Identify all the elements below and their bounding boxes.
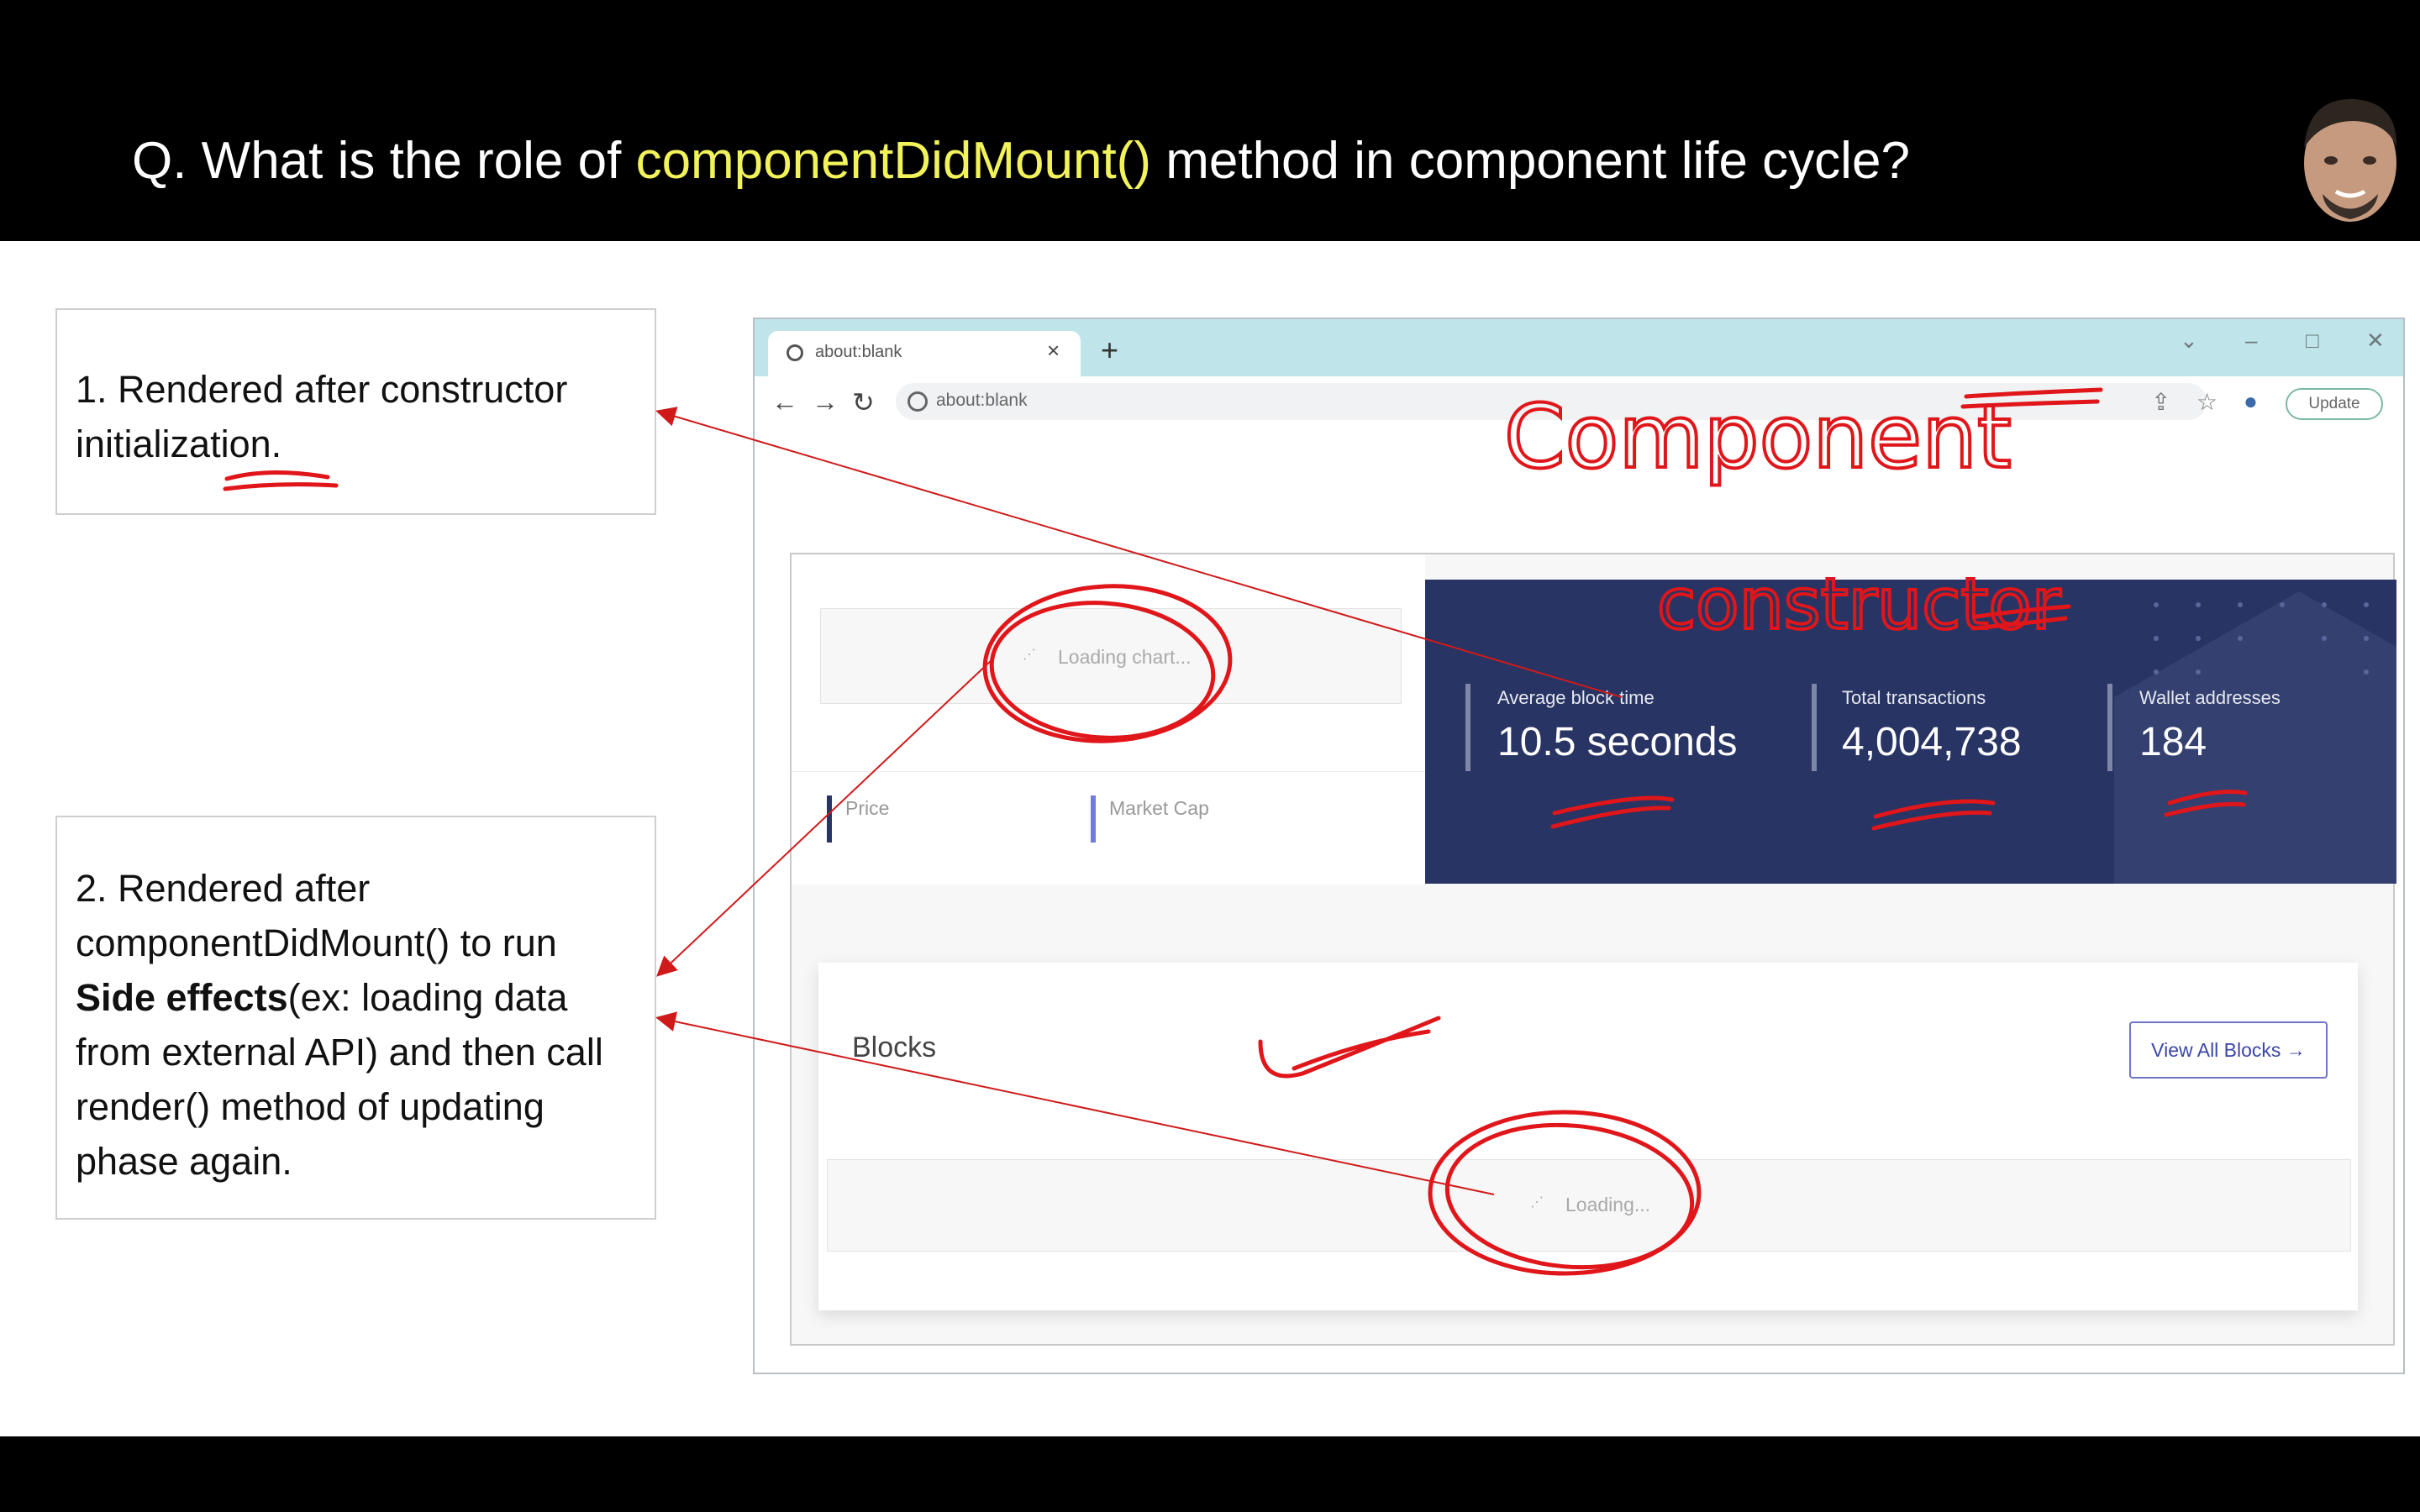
chart-card: ⋰ Loading chart... bbox=[792, 554, 1425, 771]
stat-divider bbox=[1812, 684, 1817, 771]
browser-window: about:blank × + ⌄ – □ ✕ ← → ↻ about:blan… bbox=[753, 318, 2405, 1374]
stat-value-transactions: 4,004,738 bbox=[1842, 720, 2022, 764]
slide-question: Q. What is the role of componentDidMount… bbox=[132, 131, 1910, 191]
tab-strip: about:blank × + ⌄ – □ ✕ bbox=[755, 319, 2403, 376]
browser-toolbar: ← → ↻ about:blank ⇪ ☆ ● Update bbox=[755, 376, 2403, 428]
price-accent bbox=[827, 795, 832, 843]
note1-text: 1. Rendered after constructor initializa… bbox=[76, 368, 568, 465]
chevron-down-icon[interactable]: ⌄ bbox=[2180, 328, 2198, 354]
stat-value-wallets: 184 bbox=[2139, 720, 2207, 764]
new-tab-button[interactable]: + bbox=[1101, 333, 1118, 368]
minimize-button[interactable]: – bbox=[2245, 328, 2257, 354]
question-prefix: Q. What is the role of bbox=[132, 132, 636, 190]
blocks-loading-text: Loading... bbox=[1565, 1194, 1651, 1215]
price-stats: Price Market Cap bbox=[792, 771, 1425, 885]
back-button[interactable]: ← bbox=[771, 386, 798, 417]
update-button[interactable]: Update bbox=[2286, 388, 2383, 420]
globe-icon bbox=[786, 344, 803, 361]
market-cap-label: Market Cap bbox=[1109, 797, 1209, 819]
share-icon[interactable]: ⇪ bbox=[2151, 388, 2170, 416]
note2-bold: Side effects bbox=[76, 976, 288, 1019]
presenter-avatar bbox=[2304, 98, 2397, 222]
update-label: Update bbox=[2308, 395, 2360, 412]
browser-tab[interactable]: about:blank × bbox=[768, 331, 1081, 376]
stat-label-wallets: Wallet addresses bbox=[2139, 687, 2281, 708]
title-bar: Q. What is the role of componentDidMount… bbox=[0, 0, 2420, 241]
note2-line1: 2. Rendered after componentDidMount() to… bbox=[76, 867, 557, 964]
price-label: Price bbox=[845, 797, 890, 819]
stat-label-transactions: Total transactions bbox=[1842, 687, 1986, 708]
stat-divider bbox=[1465, 684, 1470, 771]
info-icon[interactable] bbox=[908, 391, 928, 412]
blocks-card: Blocks View All Blocks → ⋰ Loading... bbox=[818, 963, 2358, 1310]
market-cap-accent bbox=[1091, 795, 1096, 843]
blocks-title: Blocks bbox=[852, 1032, 937, 1063]
address-bar[interactable]: about:blank bbox=[896, 383, 2207, 420]
note-constructor: 1. Rendered after constructor initializa… bbox=[55, 308, 656, 515]
profile-icon[interactable]: ● bbox=[2244, 388, 2258, 415]
view-all-label: View All Blocks → bbox=[2151, 1039, 2306, 1061]
view-all-blocks-button[interactable]: View All Blocks → bbox=[2129, 1021, 2328, 1079]
stat-divider bbox=[2107, 684, 2112, 771]
blocks-placeholder: ⋰ Loading... bbox=[827, 1159, 2351, 1252]
close-tab-icon[interactable]: × bbox=[1047, 338, 1060, 364]
bookmark-star-icon[interactable]: ☆ bbox=[2196, 388, 2217, 416]
chart-loading-text: Loading chart... bbox=[1058, 646, 1192, 668]
stats-banner: Average block time 10.5 seconds Total tr… bbox=[1425, 580, 2396, 884]
reload-button[interactable]: ↻ bbox=[852, 386, 875, 418]
bottom-bar bbox=[0, 1436, 2420, 1512]
page-content: ⋰ Loading chart... Price Market Cap Aver… bbox=[790, 553, 2396, 1346]
spinner-icon: ⋰ bbox=[1023, 648, 1036, 662]
note-componentdidmount: 2. Rendered after componentDidMount() to… bbox=[55, 816, 656, 1220]
question-suffix: method in component life cycle? bbox=[1150, 132, 1910, 190]
tab-title: about:blank bbox=[815, 343, 902, 361]
chart-placeholder: ⋰ Loading chart... bbox=[820, 608, 1402, 704]
maximize-button[interactable]: □ bbox=[2306, 328, 2319, 354]
stat-label-block-time: Average block time bbox=[1497, 687, 1655, 708]
question-highlight: componentDidMount() bbox=[635, 132, 1151, 190]
stat-value-block-time: 10.5 seconds bbox=[1497, 720, 1738, 764]
close-window-button[interactable]: ✕ bbox=[2366, 328, 2385, 354]
url-text: about:blank bbox=[936, 391, 1028, 410]
spinner-icon: ⋰ bbox=[1530, 1195, 1544, 1210]
forward-button[interactable]: → bbox=[812, 386, 839, 417]
